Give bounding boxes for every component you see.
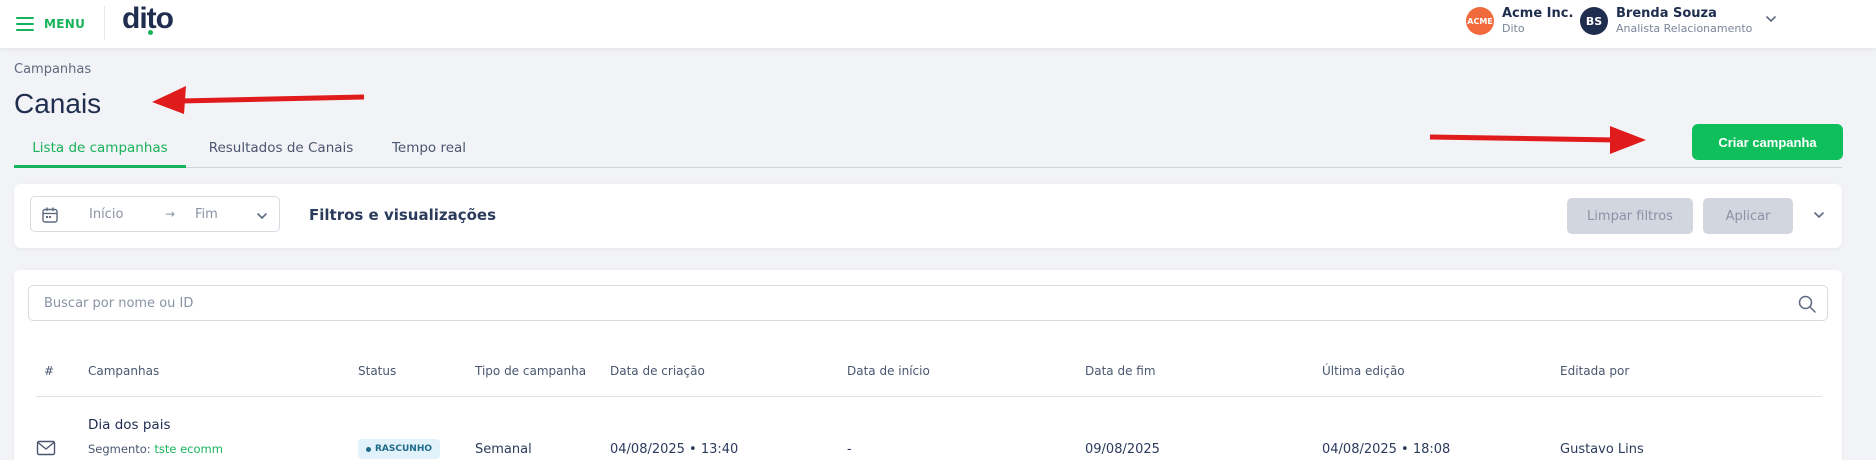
created-date: 04/08/2025 • 13:40 bbox=[610, 442, 739, 457]
date-start-field[interactable]: Início bbox=[89, 207, 123, 222]
avatar: BS bbox=[1580, 7, 1608, 35]
campaigns-table-card: Buscar por nome ou ID # Campanhas Status… bbox=[14, 270, 1842, 460]
status-badge: RASCUNHO bbox=[358, 439, 441, 459]
tab-lista-de-campanhas[interactable]: Lista de campanhas bbox=[14, 140, 186, 168]
user-role: Analista Relacionamento bbox=[1616, 22, 1753, 35]
menu-button[interactable]: MENU bbox=[16, 12, 85, 36]
status-badge-label: RASCUNHO bbox=[375, 444, 433, 454]
segment-label: Segmento: bbox=[88, 442, 151, 456]
calendar-icon bbox=[42, 207, 58, 223]
edited-by: Gustavo Lins bbox=[1560, 442, 1644, 457]
hamburger-icon bbox=[16, 17, 34, 31]
chevron-down-icon[interactable] bbox=[1812, 208, 1826, 222]
breadcrumb[interactable]: Campanhas bbox=[14, 62, 91, 77]
column-header-index: # bbox=[44, 364, 55, 378]
user-menu[interactable]: BS Brenda Souza Analista Relacionamento bbox=[1580, 6, 1752, 36]
date-end-field[interactable]: Fim bbox=[195, 207, 218, 222]
company-logo: ACME bbox=[1466, 7, 1494, 35]
page-title: Canais bbox=[14, 88, 102, 119]
filters-title: Filtros e visualizações bbox=[309, 206, 497, 224]
search-input[interactable]: Buscar por nome ou ID bbox=[28, 285, 1828, 321]
column-header-editada-por[interactable]: Editada por bbox=[1560, 364, 1629, 378]
company-name: Acme Inc. bbox=[1502, 6, 1574, 21]
segment-value-link[interactable]: tste ecomm bbox=[154, 442, 223, 456]
tab-resultados-de-canais[interactable]: Resultados de Canais bbox=[206, 140, 356, 168]
user-name: Brenda Souza bbox=[1616, 6, 1717, 21]
tab-bar: Lista de campanhas Resultados de Canais … bbox=[14, 138, 1842, 168]
campaign-name-link[interactable]: Dia dos pais bbox=[88, 417, 171, 433]
apply-button[interactable]: Aplicar bbox=[1703, 198, 1793, 234]
date-range-picker[interactable]: Início → Fim bbox=[30, 196, 280, 232]
column-header-campanhas[interactable]: Campanhas bbox=[88, 364, 159, 378]
search-placeholder: Buscar por nome ou ID bbox=[44, 296, 194, 311]
column-header-data-criacao[interactable]: Data de criação bbox=[610, 364, 705, 378]
column-header-tipo[interactable]: Tipo de campanha bbox=[475, 364, 586, 378]
filters-panel: Início → Fim Filtros e visualizações Lim… bbox=[14, 184, 1842, 248]
clear-filters-button[interactable]: Limpar filtros bbox=[1567, 198, 1693, 234]
header-divider bbox=[104, 6, 105, 40]
mail-icon bbox=[36, 440, 56, 456]
company-subtitle: Dito bbox=[1502, 22, 1525, 35]
column-header-status[interactable]: Status bbox=[358, 364, 396, 378]
last-edit-date: 04/08/2025 • 18:08 bbox=[1322, 442, 1451, 457]
table-header-divider bbox=[36, 396, 1822, 397]
column-header-ultima-edicao[interactable]: Última edição bbox=[1322, 364, 1405, 378]
status-dot-icon bbox=[366, 446, 371, 452]
column-header-data-fim[interactable]: Data de fim bbox=[1085, 364, 1156, 378]
chevron-down-icon[interactable] bbox=[1764, 12, 1778, 26]
annotation-arrow-left-icon bbox=[152, 86, 365, 114]
create-campaign-button[interactable]: Criar campanha bbox=[1692, 124, 1843, 160]
chevron-down-icon[interactable] bbox=[255, 209, 269, 223]
campaign-type: Semanal bbox=[475, 442, 532, 457]
logo-dot bbox=[148, 30, 153, 35]
arrow-right-icon: → bbox=[165, 207, 176, 221]
top-bar: MENU dito ACME Acme Inc. Dito BS Brenda … bbox=[0, 0, 1876, 48]
tab-tempo-real[interactable]: Tempo real bbox=[384, 140, 474, 168]
start-date: - bbox=[847, 442, 852, 457]
search-icon[interactable] bbox=[1797, 294, 1817, 314]
menu-label: MENU bbox=[44, 17, 86, 31]
column-header-data-inicio[interactable]: Data de início bbox=[847, 364, 930, 378]
end-date: 09/08/2025 bbox=[1085, 442, 1160, 457]
campaign-segment: Segmento: tste ecomm bbox=[88, 442, 223, 456]
company-switcher[interactable]: ACME Acme Inc. Dito bbox=[1466, 6, 1573, 36]
